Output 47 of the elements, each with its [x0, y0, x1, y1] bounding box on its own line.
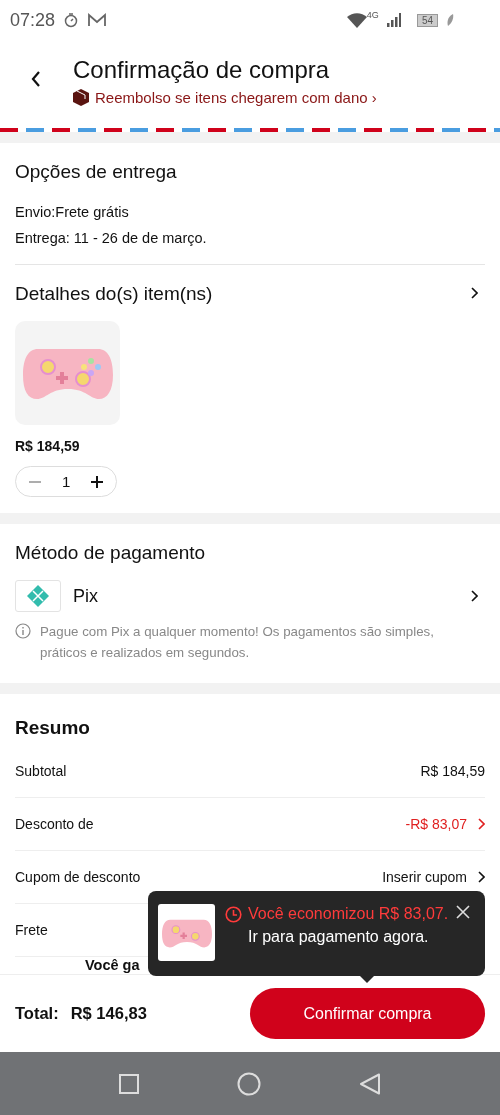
- delivery-info: Envio:Frete grátis: [15, 204, 130, 220]
- total-amount: R$ 146,83: [70, 1004, 147, 1023]
- coupon-link[interactable]: Inserir cupom: [382, 869, 467, 885]
- confirm-button[interactable]: Confirmar compra: [250, 988, 485, 1039]
- summary-label: Subtotal: [15, 763, 67, 779]
- network-label: 4G: [366, 10, 379, 20]
- payment-info: Pague com Pix a qualquer momento! Os pagamentos são simples, práticos e realizados em segundos.: [40, 623, 435, 662]
- signal-icon: [386, 13, 401, 27]
- refund-link[interactable]: Reembolso se itens chegarem com dano ›: [95, 89, 377, 106]
- chevron-right-icon[interactable]: [470, 590, 478, 602]
- section-title: Método de pagamento: [15, 541, 207, 564]
- info-icon: [15, 623, 31, 639]
- credits-text: Você ga: [85, 957, 140, 973]
- summary-label: Desconto de: [15, 816, 94, 832]
- package-icon: [73, 89, 89, 106]
- back-nav-icon[interactable]: [359, 1072, 381, 1095]
- timer-icon: [63, 12, 80, 28]
- chevron-right-icon[interactable]: [470, 287, 478, 299]
- chevron-right-icon[interactable]: [477, 871, 485, 883]
- close-icon[interactable]: [456, 905, 470, 919]
- delivery-info: Entrega: 11 - 26 de de março.: [15, 230, 485, 265]
- quantity-value[interactable]: 1: [62, 473, 71, 490]
- home-icon[interactable]: [237, 1071, 261, 1096]
- summary-value: R$ 184,59: [420, 763, 485, 779]
- leaf-icon: [446, 13, 454, 27]
- summary-label: Cupom de desconto: [15, 869, 141, 885]
- back-icon[interactable]: [30, 70, 42, 88]
- toast-pointer: [360, 976, 374, 983]
- mail-icon: [87, 12, 108, 28]
- toast-message: Você economizou R$ 83,07. Ir para pagamento agora.: [248, 904, 450, 947]
- summary-value: -R$ 83,07: [405, 816, 467, 832]
- payment-method[interactable]: Pix: [73, 585, 98, 607]
- section-title: Opções de entrega: [15, 160, 178, 183]
- wifi-icon: [346, 12, 367, 28]
- battery-indicator: 54: [416, 13, 438, 27]
- item-price: R$ 184,59: [15, 438, 81, 454]
- summary-label: Frete: [15, 922, 48, 938]
- total-label: Total:: [15, 1004, 59, 1023]
- section-title: Detalhes do(s) item(ns): [15, 282, 213, 305]
- savings-toast[interactable]: Você economizou R$ 83,07. Ir para pagamento agora.: [148, 891, 485, 976]
- page-title: Confirmação de compra: [73, 56, 331, 84]
- plus-icon[interactable]: [90, 474, 105, 489]
- pix-logo-icon: [15, 580, 61, 612]
- section-title: Resumo: [15, 716, 91, 739]
- status-time: 07:28: [10, 9, 56, 31]
- clock-icon: [225, 906, 242, 923]
- recents-icon[interactable]: [119, 1073, 139, 1094]
